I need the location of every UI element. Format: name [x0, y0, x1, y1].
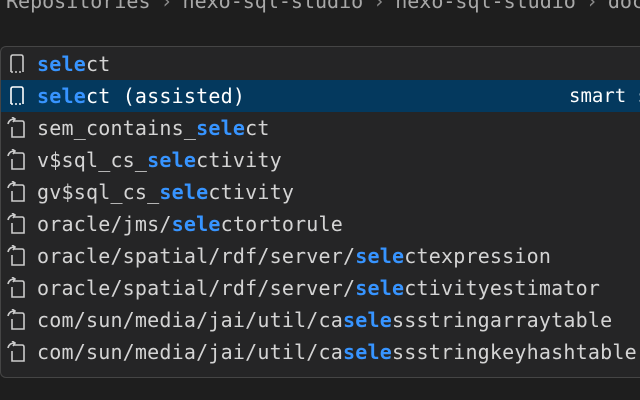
suggestion-widget: select select (assisted) smart s sem_con…: [0, 46, 640, 378]
suggestion-item[interactable]: oracle/spatial/rdf/server/selectivityest…: [1, 272, 640, 304]
reference-icon: [3, 304, 31, 336]
suggestion-label: gv$sql_cs_selectivity: [37, 180, 295, 204]
breadcrumb: Repositories › nexo-sql-studio › nexo-sql-st…: [0, 0, 640, 16]
suggestion-label: sem_contains_select: [37, 116, 270, 140]
suggestion-label: oracle/spatial/rdf/server/selectexpressi…: [37, 244, 552, 268]
suggestion-label: oracle/spatial/rdf/server/selectivityest…: [37, 276, 601, 300]
suggestion-item[interactable]: v$sql_cs_selectivity: [1, 144, 640, 176]
suggestion-item[interactable]: select: [1, 48, 640, 80]
suggestion-label: com/sun/media/jai/util/caselessstringkey…: [37, 340, 637, 364]
breadcrumb-item[interactable]: nexo-sql-studio: [183, 0, 364, 13]
reference-icon: [3, 272, 31, 304]
reference-icon: [3, 208, 31, 240]
suggestion-detail: smart s: [569, 85, 640, 107]
suggestion-item[interactable]: oracle/spatial/rdf/server/selectexpressi…: [1, 240, 640, 272]
suggestion-label: select (assisted): [37, 84, 246, 108]
reference-icon: [3, 176, 31, 208]
suggestion-item[interactable]: com/sun/media/jai/util/caselessstringarr…: [1, 304, 640, 336]
suggestion-label: v$sql_cs_selectivity: [37, 148, 282, 172]
breadcrumb-separator: ›: [373, 0, 386, 13]
suggestion-item[interactable]: sem_contains_select: [1, 112, 640, 144]
suggestion-label: select: [37, 52, 111, 76]
suggestion-label: com/sun/media/jai/util/caselessstringarr…: [37, 308, 613, 332]
breadcrumb-separator: ›: [160, 0, 173, 13]
breadcrumb-item[interactable]: Repositories: [6, 0, 151, 13]
snippet-icon: [3, 80, 31, 112]
reference-icon: [3, 112, 31, 144]
reference-icon: [3, 336, 31, 368]
breadcrumb-separator: ›: [585, 0, 598, 13]
suggestion-item[interactable]: oracle/jms/selectortorule: [1, 208, 640, 240]
reference-icon: [3, 144, 31, 176]
suggestion-item-selected[interactable]: select (assisted) smart s: [1, 80, 640, 112]
snippet-icon: [3, 48, 31, 80]
suggestion-item[interactable]: gv$sql_cs_selectivity: [1, 176, 640, 208]
reference-icon: [3, 240, 31, 272]
suggestion-item[interactable]: com/sun/media/jai/util/caselessstringkey…: [1, 336, 640, 368]
breadcrumb-item[interactable]: nexo-sql-studio: [395, 0, 576, 13]
breadcrumb-item[interactable]: doc: [608, 0, 640, 13]
suggestion-label: oracle/jms/selectortorule: [37, 212, 344, 236]
